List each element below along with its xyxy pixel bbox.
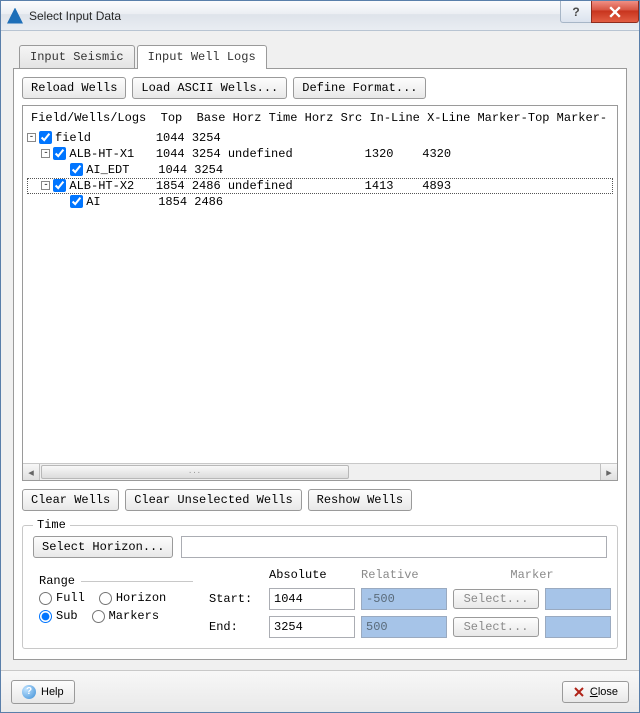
time-legend: Time: [33, 518, 70, 532]
start-marker-select-button: Select...: [453, 589, 539, 609]
scroll-track[interactable]: [40, 464, 600, 480]
tree-row[interactable]: -ALB-HT-X1 1044 3254 undefined 1320 4320: [27, 146, 613, 162]
collapse-icon[interactable]: -: [41, 181, 50, 190]
tab-panel: Reload Wells Load ASCII Wells... Define …: [13, 68, 627, 660]
define-format-button[interactable]: Define Format...: [293, 77, 426, 99]
reload-wells-button[interactable]: Reload Wells: [22, 77, 126, 99]
help-button[interactable]: ? Help: [11, 680, 75, 704]
dialog-window: Select Input Data ? Input Seismic Input …: [0, 0, 640, 713]
select-horizon-button[interactable]: Select Horizon...: [33, 536, 173, 558]
end-absolute-input[interactable]: [269, 616, 355, 638]
window-title: Select Input Data: [29, 9, 561, 23]
close-icon: [609, 6, 621, 18]
range-group: Range Full Horizon Sub Markers: [33, 575, 193, 631]
titlebar-help-button[interactable]: ?: [560, 1, 592, 23]
collapse-icon[interactable]: -: [41, 149, 50, 158]
horizontal-scrollbar[interactable]: ◂ ▸: [23, 463, 617, 480]
footer: ? Help Close: [1, 670, 639, 712]
horizon-input[interactable]: [181, 536, 607, 558]
close-icon: [573, 686, 585, 698]
end-marker-select-button: Select...: [453, 617, 539, 637]
close-label: lose: [598, 686, 618, 698]
tree-row[interactable]: -field 1044 3254: [27, 130, 613, 146]
tree-item-label: ALB-HT-X1: [69, 147, 134, 161]
time-group: Time Select Horizon... Range Full Hor: [22, 525, 618, 649]
tree-checkbox[interactable]: [70, 195, 83, 208]
content-area: Input Seismic Input Well Logs Reload Wel…: [1, 31, 639, 670]
help-icon: ?: [22, 685, 36, 699]
reshow-wells-button[interactable]: Reshow Wells: [308, 489, 412, 511]
clear-wells-button[interactable]: Clear Wells: [22, 489, 119, 511]
range-full-radio[interactable]: Full: [39, 591, 85, 605]
time-grid: Range Full Horizon Sub Markers: [33, 568, 607, 638]
tab-input-seismic[interactable]: Input Seismic: [19, 45, 135, 69]
range-legend: Range: [39, 574, 79, 588]
toolbar-top: Reload Wells Load ASCII Wells... Define …: [22, 77, 618, 99]
app-icon: [7, 8, 23, 24]
close-button[interactable]: Close: [562, 681, 629, 703]
scroll-left-button[interactable]: ◂: [23, 464, 40, 480]
clear-unselected-wells-button[interactable]: Clear Unselected Wells: [125, 489, 301, 511]
tree-checkbox[interactable]: [39, 131, 52, 144]
col-absolute: Absolute: [269, 568, 355, 582]
tree-row[interactable]: AI 1854 2486: [27, 194, 613, 210]
tab-bar: Input Seismic Input Well Logs: [19, 45, 627, 69]
start-relative-input: [361, 588, 447, 610]
range-markers-radio[interactable]: Markers: [92, 609, 159, 623]
scroll-right-button[interactable]: ▸: [600, 464, 617, 480]
load-ascii-wells-button[interactable]: Load ASCII Wells...: [132, 77, 287, 99]
range-sub-radio[interactable]: Sub: [39, 609, 78, 623]
tree-item-label: field: [55, 131, 91, 145]
tree-row[interactable]: AI_EDT 1044 3254: [27, 162, 613, 178]
start-absolute-input[interactable]: [269, 588, 355, 610]
tree-checkbox[interactable]: [70, 163, 83, 176]
collapse-icon[interactable]: -: [27, 133, 36, 142]
tree-row[interactable]: -ALB-HT-X2 1854 2486 undefined 1413 4893: [27, 178, 613, 194]
titlebar-close-button[interactable]: [591, 1, 639, 23]
tree-item-label: AI_EDT: [86, 163, 129, 177]
tree-checkbox[interactable]: [53, 147, 66, 160]
col-marker: Marker: [453, 568, 611, 582]
tree-header: Field/Wells/Logs Top Base Horz Time Horz…: [27, 108, 613, 130]
well-tree[interactable]: Field/Wells/Logs Top Base Horz Time Horz…: [22, 105, 618, 481]
end-relative-input: [361, 616, 447, 638]
end-label: End:: [209, 620, 263, 634]
range-horizon-radio[interactable]: Horizon: [99, 591, 166, 605]
end-marker-cell: [545, 616, 611, 638]
toolbar-bottom: Clear Wells Clear Unselected Wells Resho…: [22, 489, 618, 511]
tree-checkbox[interactable]: [53, 179, 66, 192]
tree-item-label: AI: [86, 195, 100, 209]
start-label: Start:: [209, 592, 263, 606]
titlebar: Select Input Data ?: [1, 1, 639, 31]
start-marker-cell: [545, 588, 611, 610]
tree-item-label: ALB-HT-X2: [69, 179, 134, 193]
col-relative: Relative: [361, 568, 447, 582]
tab-input-well-logs[interactable]: Input Well Logs: [137, 45, 267, 69]
scroll-thumb[interactable]: [41, 465, 349, 479]
